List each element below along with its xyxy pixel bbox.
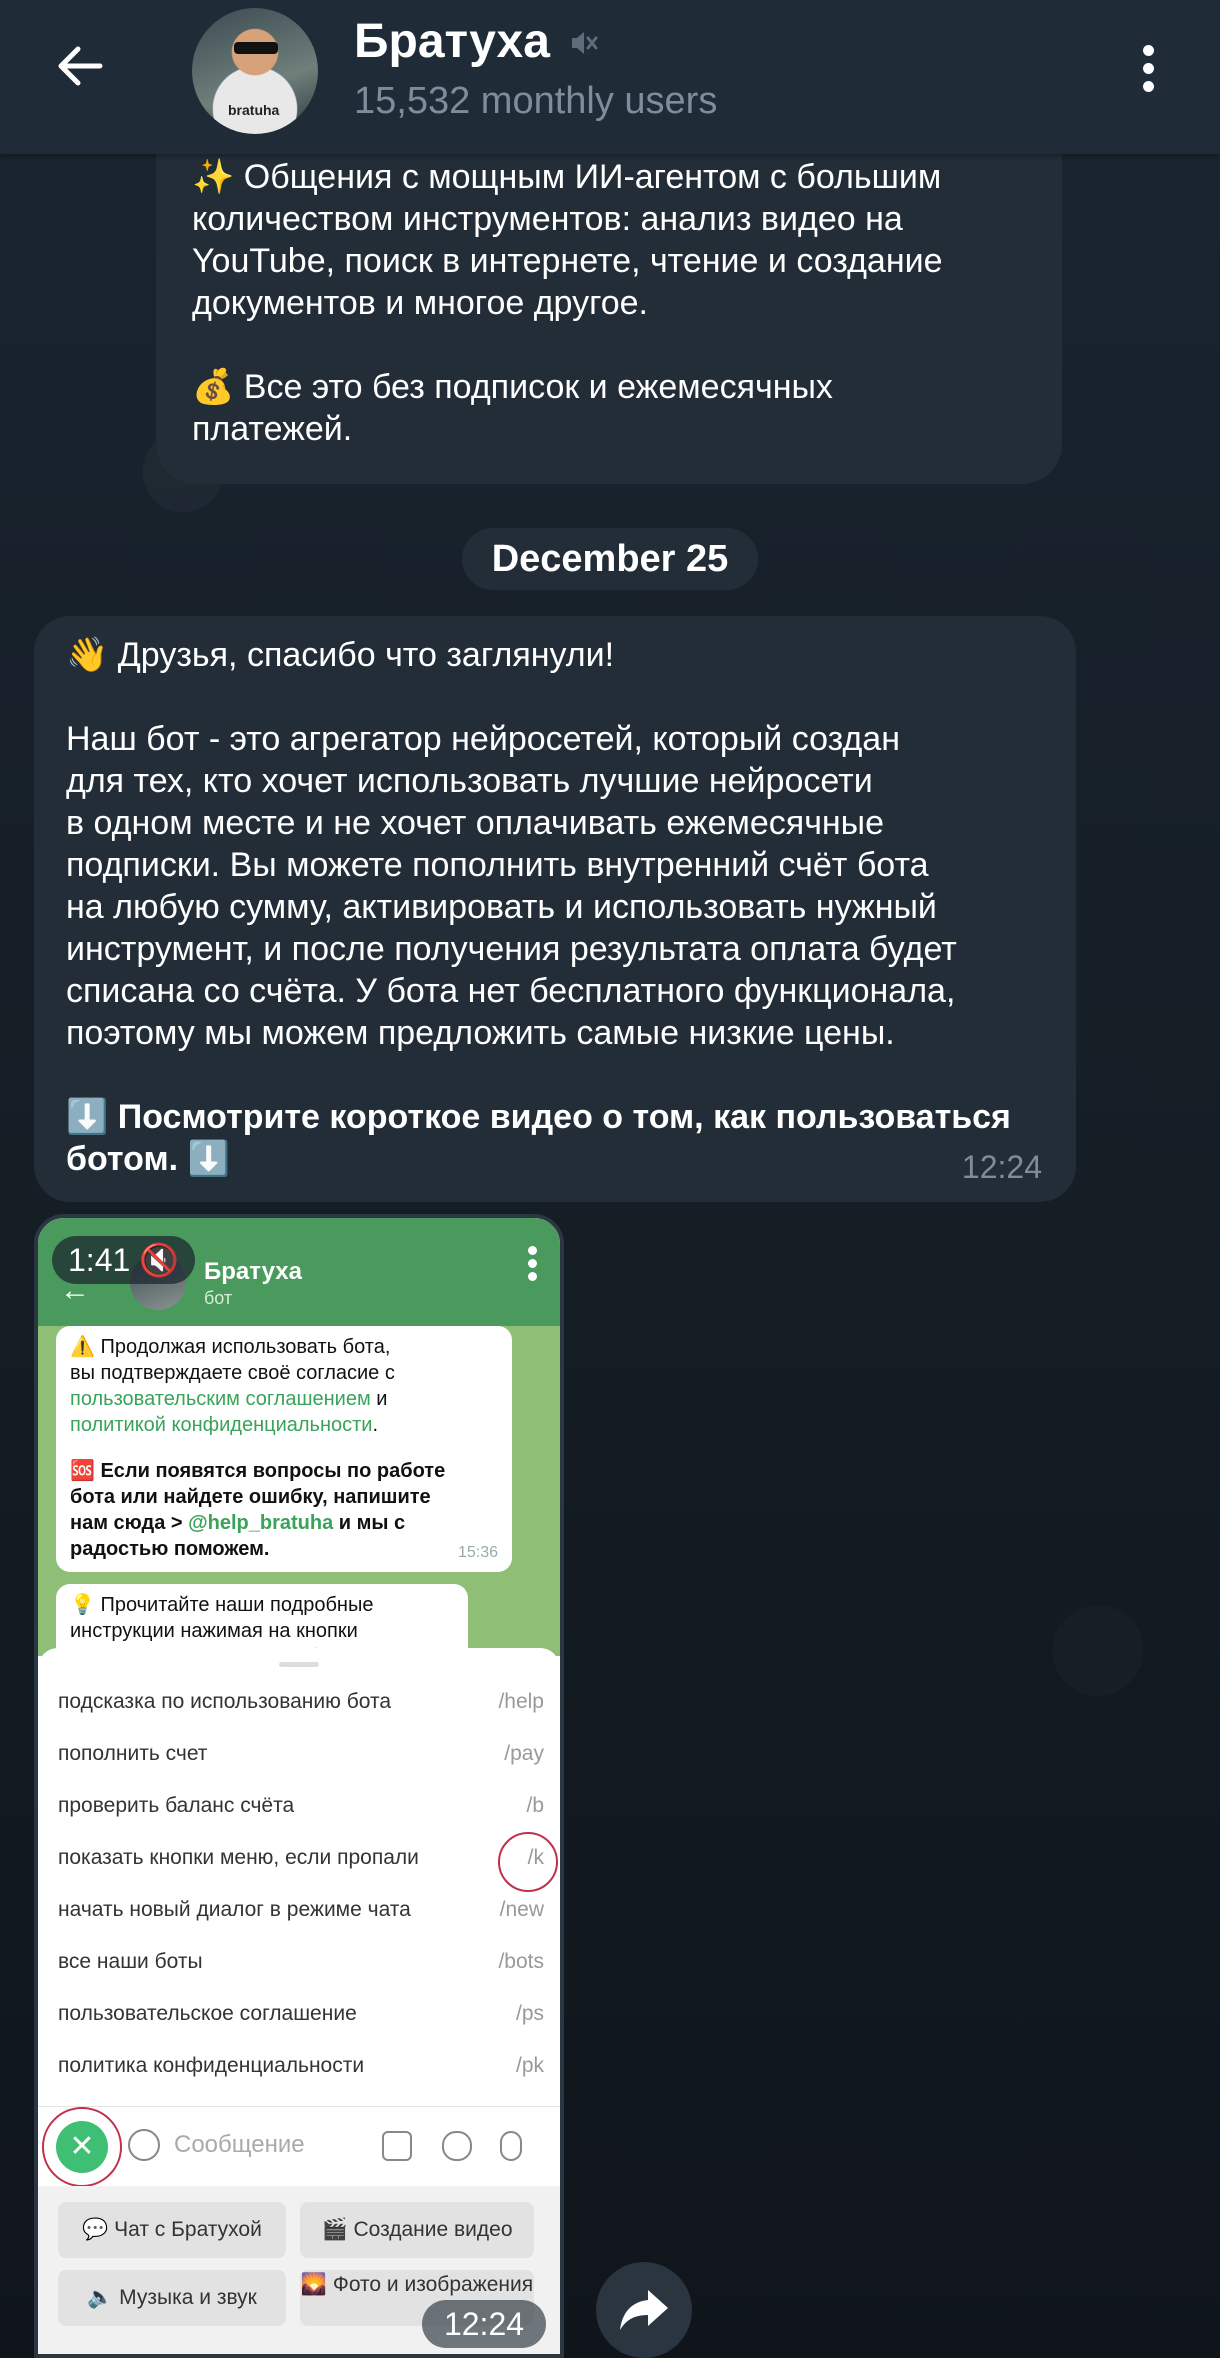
avatar[interactable]: bratuha (192, 8, 318, 134)
command-row: пополнить счет/pay (58, 1728, 544, 1780)
arrow-left-icon (58, 46, 103, 86)
command-code: /ps (515, 2002, 544, 2025)
command-row: начать новый диалог в режиме чата/new (58, 1884, 544, 1936)
video-inner-text: бота или найдете ошибку, напишите (70, 1486, 431, 1508)
message-text: инструмент, и после получения результата… (66, 930, 957, 968)
video-command-sheet: подсказка по использованию бота/help поп… (38, 1648, 560, 2124)
video-inner-text: ⚠️ Продолжая использовать бота, (70, 1336, 391, 1358)
message-text: количеством инструментов: анализ видео н… (192, 200, 903, 238)
command-label: пополнить счет (58, 1742, 208, 1765)
share-button[interactable] (596, 2262, 692, 2358)
video-inner-time: 15:36 (457, 1544, 498, 1561)
message-time: 12:24 (961, 1149, 1042, 1185)
date-separator: December 25 (462, 528, 758, 590)
video-inner-link: @help_bratuha (188, 1512, 334, 1534)
command-label: пользовательское соглашение (58, 2002, 357, 2025)
command-code: /bots (498, 1950, 544, 1973)
video-inner-input-bar: ✕ Сообщение (38, 2106, 560, 2187)
paperclip-icon (442, 2131, 472, 2161)
video-inner-text: 🆘 Если появятся вопросы по работе (70, 1460, 446, 1482)
video-inner-text: и мы с (333, 1512, 406, 1534)
back-button[interactable] (50, 36, 110, 96)
command-label: начать новый диалог в режиме чата (58, 1898, 411, 1921)
message-text: поэтому мы можем предложить самые низкие… (66, 1014, 895, 1052)
keyboard-key: 💬 Чат с Братухой (58, 2202, 286, 2258)
command-row: проверить баланс счёта/b (58, 1780, 544, 1832)
close-icon: ✕ (56, 2121, 108, 2173)
video-inner-message: ⚠️ Продолжая использовать бота, вы подтв… (56, 1326, 512, 1572)
share-arrow-icon (620, 2290, 668, 2330)
video-inner-text: 💡 Прочитайте наши подробные (70, 1594, 374, 1616)
video-inner-subtitle: бот (204, 1288, 233, 1308)
video-time: 12:24 (422, 2300, 546, 2348)
keyboard-key: 🎬 Создание видео (300, 2202, 534, 2258)
command-row: подсказка по использованию бота/help (58, 1676, 544, 1728)
avatar-glasses (234, 42, 278, 54)
message-text: Наш бот - это агрегатор нейросетей, кото… (66, 720, 900, 758)
video-duration-badge[interactable]: 1:41 🔇 (52, 1236, 196, 1284)
video-inner-text: нам сюда > @help_bratuha и мы с (70, 1510, 498, 1536)
video-inner-text: нам сюда > (70, 1512, 189, 1534)
message-text: на любую сумму, активировать и использов… (66, 888, 937, 926)
avatar-shirt-text: bratuha (228, 102, 280, 118)
command-code: /new (499, 1898, 544, 1921)
keyboard-key: 🔈 Музыка и звук (58, 2270, 286, 2326)
more-vert-icon[interactable] (1128, 40, 1168, 104)
chat-title[interactable]: Братуха (354, 14, 550, 69)
chat-subtitle: 15,532 monthly users (354, 80, 718, 122)
video-inner-text: инструкции нажимая на кнопки (70, 1620, 358, 1642)
message-greeting: 👋 Друзья, спасибо что заглянули! (66, 636, 615, 674)
video-inner-text: радостью поможем. (70, 1538, 270, 1560)
sheet-handle (279, 1662, 319, 1667)
video-inner-title: Братуха (204, 1258, 302, 1285)
more-vert-icon (522, 1242, 542, 1285)
muted-video-icon: 🔇 (139, 1242, 180, 1278)
video-inner-text: политикой конфиденциальности. (70, 1412, 498, 1438)
command-label: проверить баланс счёта (58, 1794, 295, 1817)
command-row: политика конфиденциальности/pk (58, 2040, 544, 2092)
video-message[interactable]: 1:41 🔇 ← Братуха бот ⚠️ Продолжая исполь… (34, 1214, 564, 2358)
message-text: 💰 Все это без подписок и ежемесячных (192, 368, 833, 406)
video-inner-message: 💡 Прочитайте наши подробные инструкции н… (56, 1584, 468, 1656)
message-text: ✨ Общения с мощным ИИ-агентом с большим (192, 158, 942, 196)
message-text: в одном месте и не хочет оплачивать ежем… (66, 804, 885, 842)
video-inner-text: . (372, 1414, 379, 1436)
video-inner-text: вы подтверждаете своё согласие с (70, 1362, 395, 1384)
message-bubble[interactable]: 👋 Друзья, спасибо что заглянули! Наш бот… (34, 616, 1076, 1202)
command-row: показать кнопки меню, если пропали/k (58, 1832, 544, 1884)
message-text: YouTube, поиск в интернете, чтение и соз… (192, 242, 943, 280)
command-row: все наши боты/bots (58, 1936, 544, 1988)
message-text: подписки. Вы можете пополнить внутренний… (66, 846, 929, 884)
keyboard-grid-icon (382, 2131, 412, 2161)
video-inner-link: политикой конфиденциальности (70, 1414, 373, 1436)
highlight-circle (498, 1832, 558, 1892)
command-code: /pk (515, 2054, 544, 2077)
video-inner-link: пользовательским соглашением (70, 1388, 371, 1410)
chat-header: bratuha Братуха 15,532 monthly users (0, 0, 1220, 154)
command-label: подсказка по использованию бота (58, 1690, 392, 1713)
command-label: показать кнопки меню, если пропали (58, 1846, 419, 1869)
message-cta: ⬇️ Посмотрите короткое видео о том, как … (66, 1098, 1011, 1136)
emoji-icon (128, 2129, 160, 2161)
command-code: /b (526, 1794, 544, 1817)
command-code: /pay (504, 1742, 544, 1765)
message-cta: ботом. ⬇️ (66, 1140, 230, 1178)
command-label: все наши боты (58, 1950, 203, 1973)
muted-speaker-icon (566, 26, 600, 60)
command-code: /help (498, 1690, 544, 1713)
message-text: списана со счёта. У бота нет бесплатного… (66, 972, 956, 1010)
message-bubble[interactable]: ✨ Общения с мощным ИИ-агентом с большим … (156, 100, 1062, 484)
message-text: документов и многое другое. (192, 284, 648, 322)
message-text: платежей. (192, 410, 353, 448)
video-inner-text: и (370, 1388, 388, 1410)
video-duration: 1:41 (68, 1242, 131, 1278)
video-inner-chat: ⚠️ Продолжая использовать бота, вы подтв… (38, 1326, 560, 1656)
command-row: пользовательское соглашение/ps (58, 1988, 544, 2040)
microphone-icon (500, 2131, 522, 2161)
video-inner-text: пользовательским соглашением и (70, 1386, 498, 1412)
command-label: политика конфиденциальности (58, 2054, 365, 2077)
message-text: для тех, кто хочет использовать лучшие н… (66, 762, 873, 800)
video-inner-placeholder: Сообщение (174, 2131, 305, 2158)
